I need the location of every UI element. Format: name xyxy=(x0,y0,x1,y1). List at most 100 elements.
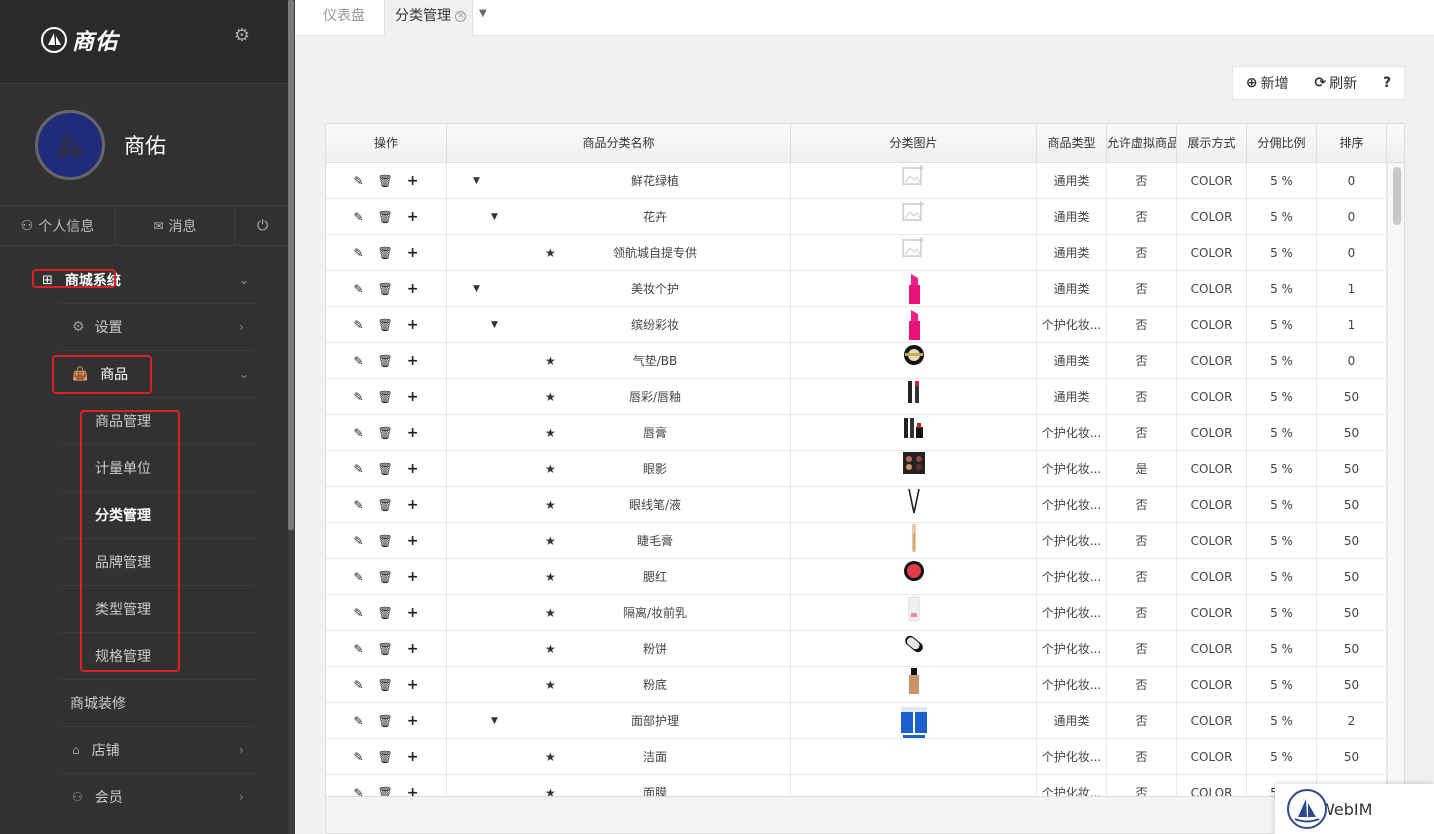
table-row[interactable]: ✎ 🗑 + ★ 眼影 个护化妆... 是 COLOR 5 % 50 xyxy=(326,451,1387,487)
table-row[interactable]: ✎ 🗑 + ★ 粉底 个护化妆... 否 COLOR 5 % 50 xyxy=(326,667,1387,703)
category-name[interactable]: 粉饼 xyxy=(643,631,667,667)
table-row[interactable]: ✎ 🗑 + ★ 腮红 个护化妆... 否 COLOR 5 % 50 xyxy=(326,559,1387,595)
category-thumbnail[interactable] xyxy=(906,307,922,343)
edit-icon[interactable]: ✎ xyxy=(353,343,363,379)
category-thumbnail[interactable] xyxy=(901,631,927,667)
trash-icon[interactable]: 🗑 xyxy=(378,595,393,631)
category-thumbnail[interactable] xyxy=(907,667,921,703)
category-thumbnail[interactable] xyxy=(902,451,926,487)
trash-icon[interactable]: 🗑 xyxy=(378,523,393,559)
category-name[interactable]: 鲜花绿植 xyxy=(631,163,679,199)
trash-icon[interactable]: 🗑 xyxy=(378,307,393,343)
edit-icon[interactable]: ✎ xyxy=(353,199,363,235)
category-thumbnail[interactable] xyxy=(907,595,921,631)
edit-icon[interactable]: ✎ xyxy=(353,451,363,487)
edit-icon[interactable]: ✎ xyxy=(353,235,363,271)
trash-icon[interactable]: 🗑 xyxy=(378,271,393,307)
trash-icon[interactable]: 🗑 xyxy=(378,451,393,487)
trash-icon[interactable]: 🗑 xyxy=(378,199,393,235)
category-name[interactable]: 面膜 xyxy=(643,775,667,796)
category-thumbnail[interactable] xyxy=(906,487,922,523)
table-row[interactable]: ✎ 🗑 + ★ 眼线笔/液 个护化妆... 否 COLOR 5 % 50 xyxy=(326,487,1387,523)
category-name[interactable]: 花卉 xyxy=(643,199,667,235)
help-button[interactable]: ? xyxy=(1383,75,1391,91)
edit-icon[interactable]: ✎ xyxy=(353,271,363,307)
category-name[interactable]: 面部护理 xyxy=(631,703,679,739)
category-name[interactable]: 睫毛膏 xyxy=(637,523,673,559)
table-row[interactable]: ✎ 🗑 + ★ 睫毛膏 个护化妆... 否 COLOR 5 % 50 xyxy=(326,523,1387,559)
category-thumbnail[interactable] xyxy=(903,415,925,451)
menu-member[interactable]: ⚇ 会员 › xyxy=(0,774,290,820)
table-row[interactable]: ✎ 🗑 + ★ 唇彩/唇釉 通用类否 COLOR 5 % 50 xyxy=(326,379,1387,415)
table-row[interactable]: ✎ 🗑 + ★ 洁面 个护化妆... 否 COLOR 5 % 50 xyxy=(326,739,1387,775)
expand-toggle-icon[interactable]: ▼ xyxy=(473,163,480,199)
table-row[interactable]: ✎ 🗑 + ▼ 美妆个护 通用类否 COLOR 5 % 1 xyxy=(326,271,1387,307)
trash-icon[interactable]: 🗑 xyxy=(378,559,393,595)
trash-icon[interactable]: 🗑 xyxy=(378,235,393,271)
category-name[interactable]: 粉底 xyxy=(643,667,667,703)
category-name[interactable]: 缤纷彩妆 xyxy=(631,307,679,343)
category-name[interactable]: 眼影 xyxy=(643,451,667,487)
trash-icon[interactable]: 🗑 xyxy=(378,415,393,451)
table-scrollbar[interactable] xyxy=(1387,163,1404,796)
plus-icon[interactable]: + xyxy=(407,703,419,739)
expand-toggle-icon[interactable]: ▼ xyxy=(473,271,480,307)
category-name[interactable]: 洁面 xyxy=(643,739,667,775)
table-row[interactable]: ✎ 🗑 + ▼ 缤纷彩妆 个护化妆... 否 COLOR 5 % 1 xyxy=(326,307,1387,343)
profile-link[interactable]: ⚇ 个人信息 xyxy=(0,206,116,246)
edit-icon[interactable]: ✎ xyxy=(353,775,363,796)
trash-icon[interactable]: 🗑 xyxy=(378,775,393,796)
plus-icon[interactable]: + xyxy=(407,379,419,415)
category-thumbnail[interactable] xyxy=(908,523,920,559)
column-header[interactable]: 分类图片 xyxy=(791,124,1037,163)
plus-icon[interactable]: + xyxy=(407,631,419,667)
table-row[interactable]: ✎🗑+★面膜个护化妆...否COLOR5 %50 xyxy=(326,775,1387,796)
sidebar-scrollbar-thumb[interactable] xyxy=(288,0,294,530)
tab-category[interactable]: 分类管理 × xyxy=(384,0,474,36)
category-name[interactable]: 领航城自提专供 xyxy=(613,235,697,271)
plus-icon[interactable]: + xyxy=(407,559,419,595)
column-header[interactable]: 商品类型 xyxy=(1037,124,1107,163)
trash-icon[interactable]: 🗑 xyxy=(378,739,393,775)
table-row[interactable]: ✎ 🗑 + ★ 气垫/BB 通用类否 COLOR 5 % 0 xyxy=(326,343,1387,379)
close-icon[interactable]: × xyxy=(455,10,467,22)
refresh-button[interactable]: ⟳ 刷新 xyxy=(1314,73,1357,93)
column-header[interactable]: 操作 xyxy=(326,124,447,163)
table-row[interactable]: ✎ 🗑 + ▼ 鲜花绿植 通用类否 COLOR 5 % 0 xyxy=(326,163,1387,199)
column-header[interactable]: 允许虚拟商品 xyxy=(1107,124,1177,163)
menu-shop[interactable]: ⌂ 店铺 › xyxy=(0,727,290,773)
plus-icon[interactable]: + xyxy=(407,523,419,559)
column-header[interactable]: 展示方式 xyxy=(1177,124,1247,163)
add-button[interactable]: ⊕ 新增 xyxy=(1246,73,1289,93)
category-name[interactable]: 眼线笔/液 xyxy=(629,487,681,523)
category-thumbnail[interactable] xyxy=(901,236,926,272)
tab-dashboard[interactable]: 仪表盘 xyxy=(307,0,381,36)
trash-icon[interactable]: 🗑 xyxy=(378,703,393,739)
edit-icon[interactable]: ✎ xyxy=(353,667,363,703)
edit-icon[interactable]: ✎ xyxy=(353,415,363,451)
expand-toggle-icon[interactable]: ▼ xyxy=(491,199,498,235)
chevron-down-icon[interactable]: ▼ xyxy=(479,8,487,19)
table-row[interactable]: ✎ 🗑 + ★ 隔离/妆前乳 个护化妆... 否 COLOR 5 % 50 xyxy=(326,595,1387,631)
webim-widget[interactable]: WebIM xyxy=(1275,784,1434,834)
plus-icon[interactable]: + xyxy=(407,307,419,343)
column-header[interactable]: 商品分类名称 xyxy=(447,124,791,163)
plus-icon[interactable]: + xyxy=(407,667,419,703)
expand-toggle-icon[interactable]: ▼ xyxy=(491,703,498,739)
trash-icon[interactable]: 🗑 xyxy=(378,343,393,379)
category-name[interactable]: 唇彩/唇釉 xyxy=(629,379,681,415)
table-row[interactable]: ✎ 🗑 + ▼ 花卉 通用类否 COLOR 5 % 0 xyxy=(326,199,1387,235)
plus-icon[interactable]: + xyxy=(407,775,419,796)
plus-icon[interactable]: + xyxy=(407,271,419,307)
logout-button[interactable]: ⏻ xyxy=(235,206,290,246)
table-scrollbar-thumb[interactable] xyxy=(1393,167,1401,225)
table-row[interactable]: ✎ 🗑 + ★ 领航城自提专供 通用类否 COLOR 5 % 0 xyxy=(326,235,1387,271)
trash-icon[interactable]: 🗑 xyxy=(378,667,393,703)
plus-icon[interactable]: + xyxy=(407,415,419,451)
menu-settings[interactable]: ⚙ 设置 › xyxy=(0,304,290,350)
trash-icon[interactable]: 🗑 xyxy=(378,163,393,199)
plus-icon[interactable]: + xyxy=(407,199,419,235)
edit-icon[interactable]: ✎ xyxy=(353,631,363,667)
category-name[interactable]: 隔离/妆前乳 xyxy=(623,595,687,631)
menu-decoration[interactable]: 商城装修 xyxy=(0,680,290,726)
